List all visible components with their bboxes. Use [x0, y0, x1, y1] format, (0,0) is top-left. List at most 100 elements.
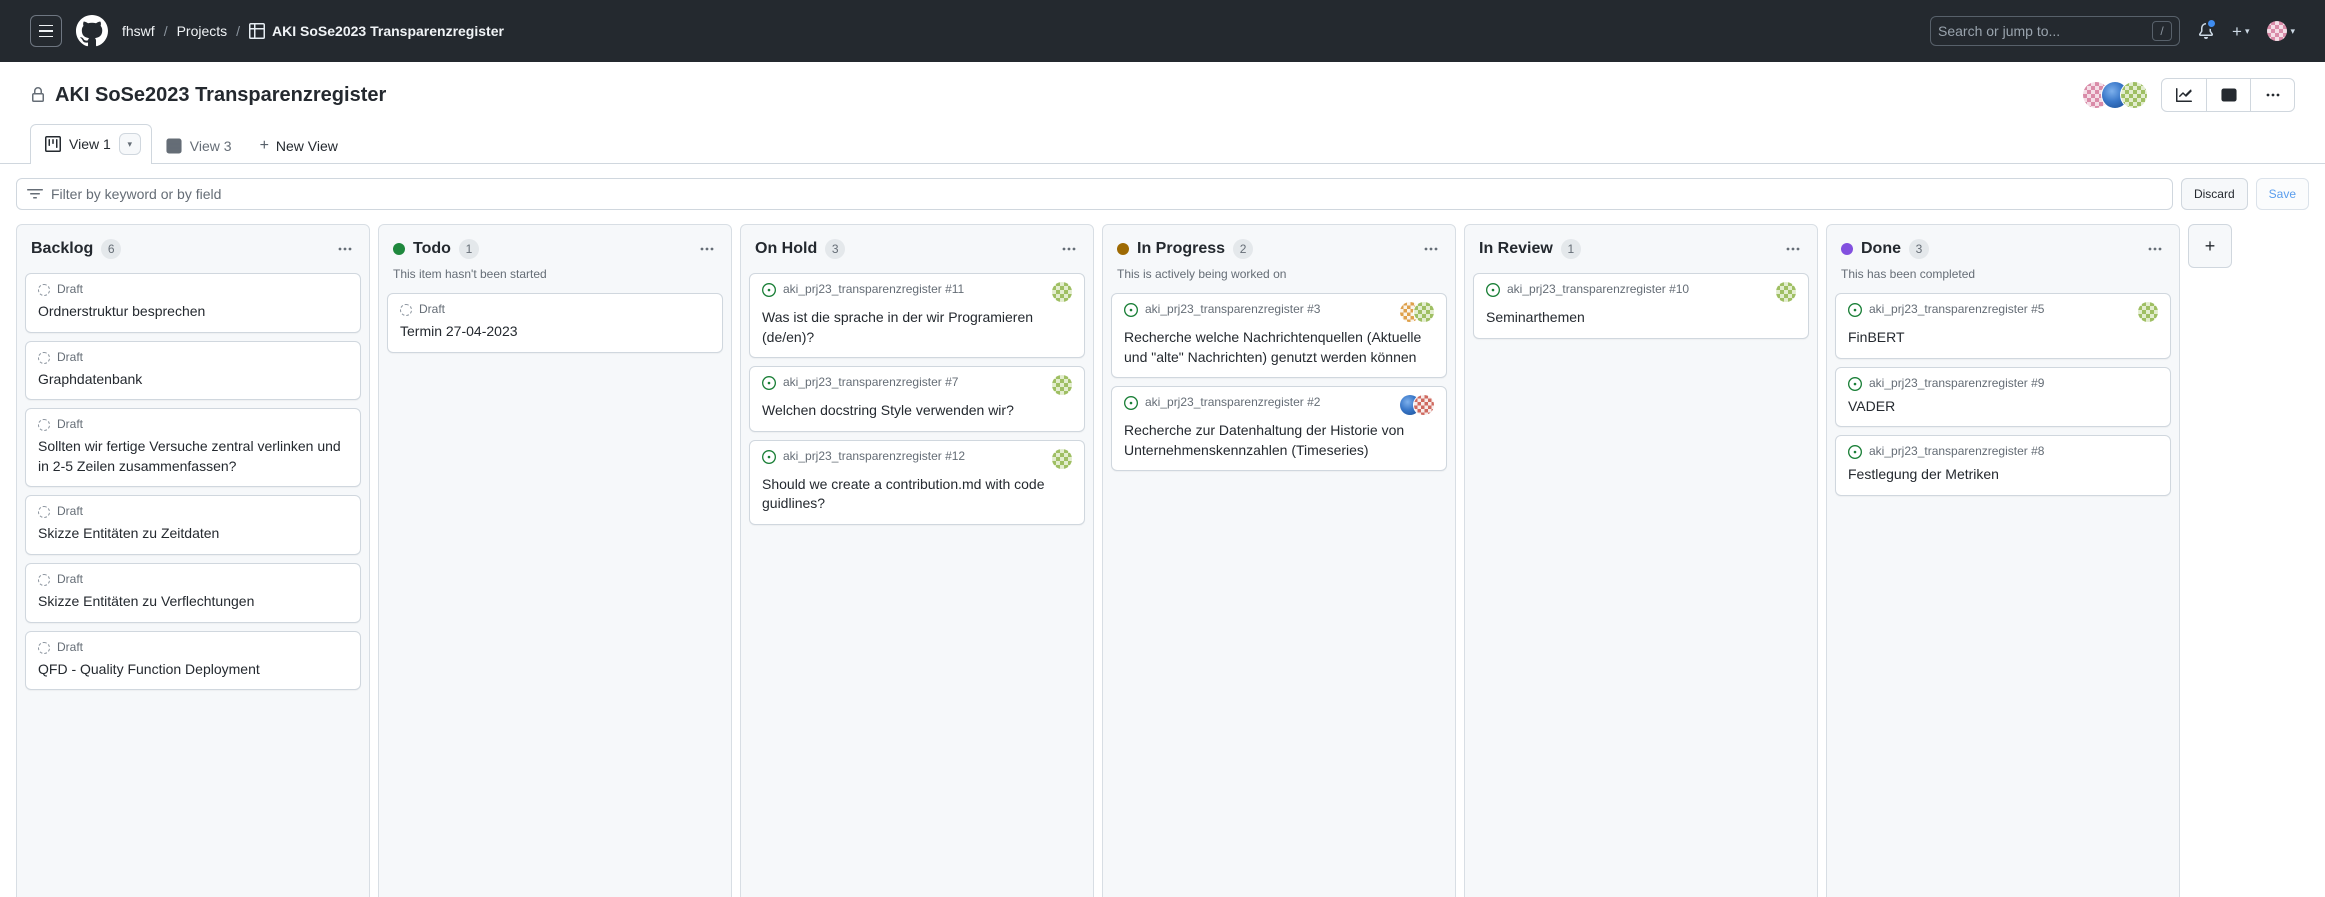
- column-status-dot: [393, 243, 405, 255]
- insights-button[interactable]: [2162, 79, 2206, 111]
- github-logo[interactable]: [76, 15, 108, 47]
- card-title: Seminarthemen: [1486, 308, 1796, 328]
- column-menu-button[interactable]: [697, 239, 717, 259]
- board-column: Todo 1 This item hasn't been started Dra…: [378, 224, 732, 897]
- card-title: Graphdatenbank: [38, 370, 348, 390]
- issue-card[interactable]: aki_prj23_transparenzregister #3 Recherc…: [1111, 293, 1447, 378]
- issue-ref: aki_prj23_transparenzregister #5: [1869, 302, 2044, 316]
- column-menu-button[interactable]: [1783, 239, 1803, 259]
- create-new-button[interactable]: + ▾: [2232, 23, 2249, 40]
- breadcrumb-project[interactable]: AKI SoSe2023 Transparenzregister: [249, 23, 504, 39]
- draft-card[interactable]: Draft Sollten wir fertige Versuche zentr…: [25, 408, 361, 487]
- draft-card[interactable]: Draft Skizze Entitäten zu Zeitdaten: [25, 495, 361, 555]
- draft-card[interactable]: Draft Termin 27-04-2023: [387, 293, 723, 353]
- card-title: Ordnerstruktur besprechen: [38, 302, 348, 322]
- table-icon: [249, 23, 265, 39]
- issue-open-icon: [762, 375, 776, 390]
- column-status-dot: [1117, 243, 1129, 255]
- tab-label: View 3: [190, 138, 232, 154]
- card-title: Skizze Entitäten zu Verflechtungen: [38, 592, 348, 612]
- search-input[interactable]: [1938, 23, 2144, 39]
- github-mark-icon: [76, 15, 108, 47]
- draft-card[interactable]: Draft QFD - Quality Function Deployment: [25, 631, 361, 691]
- avatar-green-icon[interactable]: [1414, 302, 1434, 322]
- column-cards: Draft Ordnerstruktur besprechen Draft Gr…: [17, 265, 369, 698]
- issue-ref: aki_prj23_transparenzregister #8: [1869, 444, 2044, 458]
- draft-card[interactable]: Draft Skizze Entitäten zu Verflechtungen: [25, 563, 361, 623]
- card-title: Recherche zur Datenhaltung der Historie …: [1124, 421, 1434, 460]
- card-title: Was ist die sprache in der wir Programie…: [762, 308, 1072, 347]
- sidebar-icon: [2221, 87, 2237, 103]
- card-title: QFD - Quality Function Deployment: [38, 660, 348, 680]
- column-header: Backlog 6: [17, 225, 369, 265]
- notifications-button[interactable]: [2198, 23, 2214, 39]
- draft-icon: [38, 352, 50, 364]
- column-menu-button[interactable]: [1421, 239, 1441, 259]
- issue-card[interactable]: aki_prj23_transparenzregister #10 Semina…: [1473, 273, 1809, 339]
- draft-icon: [38, 284, 50, 296]
- issue-ref: aki_prj23_transparenzregister #12: [783, 449, 965, 463]
- avatar-green-icon[interactable]: [1052, 449, 1072, 469]
- column-header: In Progress 2: [1103, 225, 1455, 265]
- breadcrumb-projects[interactable]: Projects: [177, 23, 228, 39]
- card-title: Termin 27-04-2023: [400, 322, 710, 342]
- column-menu-button[interactable]: [335, 239, 355, 259]
- column-title: On Hold: [755, 240, 817, 258]
- filter-box[interactable]: [16, 178, 2173, 210]
- column-cards: aki_prj23_transparenzregister #3 Recherc…: [1103, 285, 1455, 479]
- avatar-green-icon[interactable]: [1776, 282, 1796, 302]
- column-description: This item hasn't been started: [379, 265, 731, 285]
- column-title: Backlog: [31, 240, 93, 258]
- kebab-icon: [2147, 241, 2163, 257]
- view-tab-bar: View 1 ▾ View 3 + New View: [0, 124, 2325, 164]
- kebab-icon: [699, 241, 715, 257]
- card-title: FinBERT: [1848, 328, 2158, 348]
- issue-open-icon: [1124, 302, 1138, 317]
- filter-input[interactable]: [51, 186, 2162, 202]
- card-title: Should we create a contribution.md with …: [762, 475, 1072, 514]
- tab-options-button[interactable]: ▾: [119, 133, 141, 155]
- issue-card[interactable]: aki_prj23_transparenzregister #11 Was is…: [749, 273, 1085, 358]
- avatar-green-icon[interactable]: [2121, 82, 2147, 108]
- column-title: In Progress: [1137, 240, 1225, 258]
- avatar-green-icon[interactable]: [1052, 282, 1072, 302]
- chevron-down-icon: ▾: [2245, 26, 2250, 37]
- slash-key-badge: /: [2152, 21, 2172, 41]
- tab-view-1[interactable]: View 1 ▾: [30, 124, 152, 164]
- card-title: Welchen docstring Style verwenden wir?: [762, 401, 1072, 421]
- column-title: Done: [1861, 240, 1901, 258]
- discard-button[interactable]: Discard: [2181, 178, 2248, 210]
- avatar-red-icon[interactable]: [1414, 395, 1434, 415]
- user-menu-button[interactable]: ▾: [2267, 21, 2295, 41]
- draft-card[interactable]: Draft Ordnerstruktur besprechen: [25, 273, 361, 333]
- issue-card[interactable]: aki_prj23_transparenzregister #5 FinBERT: [1835, 293, 2171, 359]
- issue-card[interactable]: aki_prj23_transparenzregister #12 Should…: [749, 440, 1085, 525]
- board-column: Backlog 6 Draft Ordnerstruktur bespreche…: [16, 224, 370, 897]
- breadcrumb-org[interactable]: fhswf: [122, 23, 155, 39]
- side-panel-button[interactable]: [2206, 79, 2250, 111]
- hamburger-menu-button[interactable]: [30, 15, 62, 47]
- avatar-green-icon[interactable]: [1052, 375, 1072, 395]
- draft-label: Draft: [57, 572, 83, 586]
- issue-card[interactable]: aki_prj23_transparenzregister #2 Recherc…: [1111, 386, 1447, 471]
- column-menu-button[interactable]: [2145, 239, 2165, 259]
- column-status-dot: [1841, 243, 1853, 255]
- draft-card[interactable]: Draft Graphdatenbank: [25, 341, 361, 401]
- kebab-icon: [1423, 241, 1439, 257]
- add-column-button[interactable]: +: [2188, 224, 2232, 268]
- plus-icon: +: [260, 138, 269, 154]
- card-avatars: [1052, 449, 1072, 469]
- issue-ref: aki_prj23_transparenzregister #9: [1869, 376, 2044, 390]
- issue-card[interactable]: aki_prj23_transparenzregister #9 VADER: [1835, 367, 2171, 428]
- issue-card[interactable]: aki_prj23_transparenzregister #8 Festleg…: [1835, 435, 2171, 496]
- issue-card[interactable]: aki_prj23_transparenzregister #7 Welchen…: [749, 366, 1085, 432]
- column-menu-button[interactable]: [1059, 239, 1079, 259]
- search-box[interactable]: /: [1930, 16, 2180, 46]
- notification-dot: [2206, 18, 2217, 29]
- avatar-green-icon[interactable]: [2138, 302, 2158, 322]
- tab-view-3[interactable]: View 3: [152, 129, 246, 163]
- project-menu-button[interactable]: [2250, 79, 2294, 111]
- save-button[interactable]: Save: [2256, 178, 2309, 210]
- breadcrumb-separator: /: [236, 23, 240, 39]
- new-view-button[interactable]: + New View: [246, 129, 352, 163]
